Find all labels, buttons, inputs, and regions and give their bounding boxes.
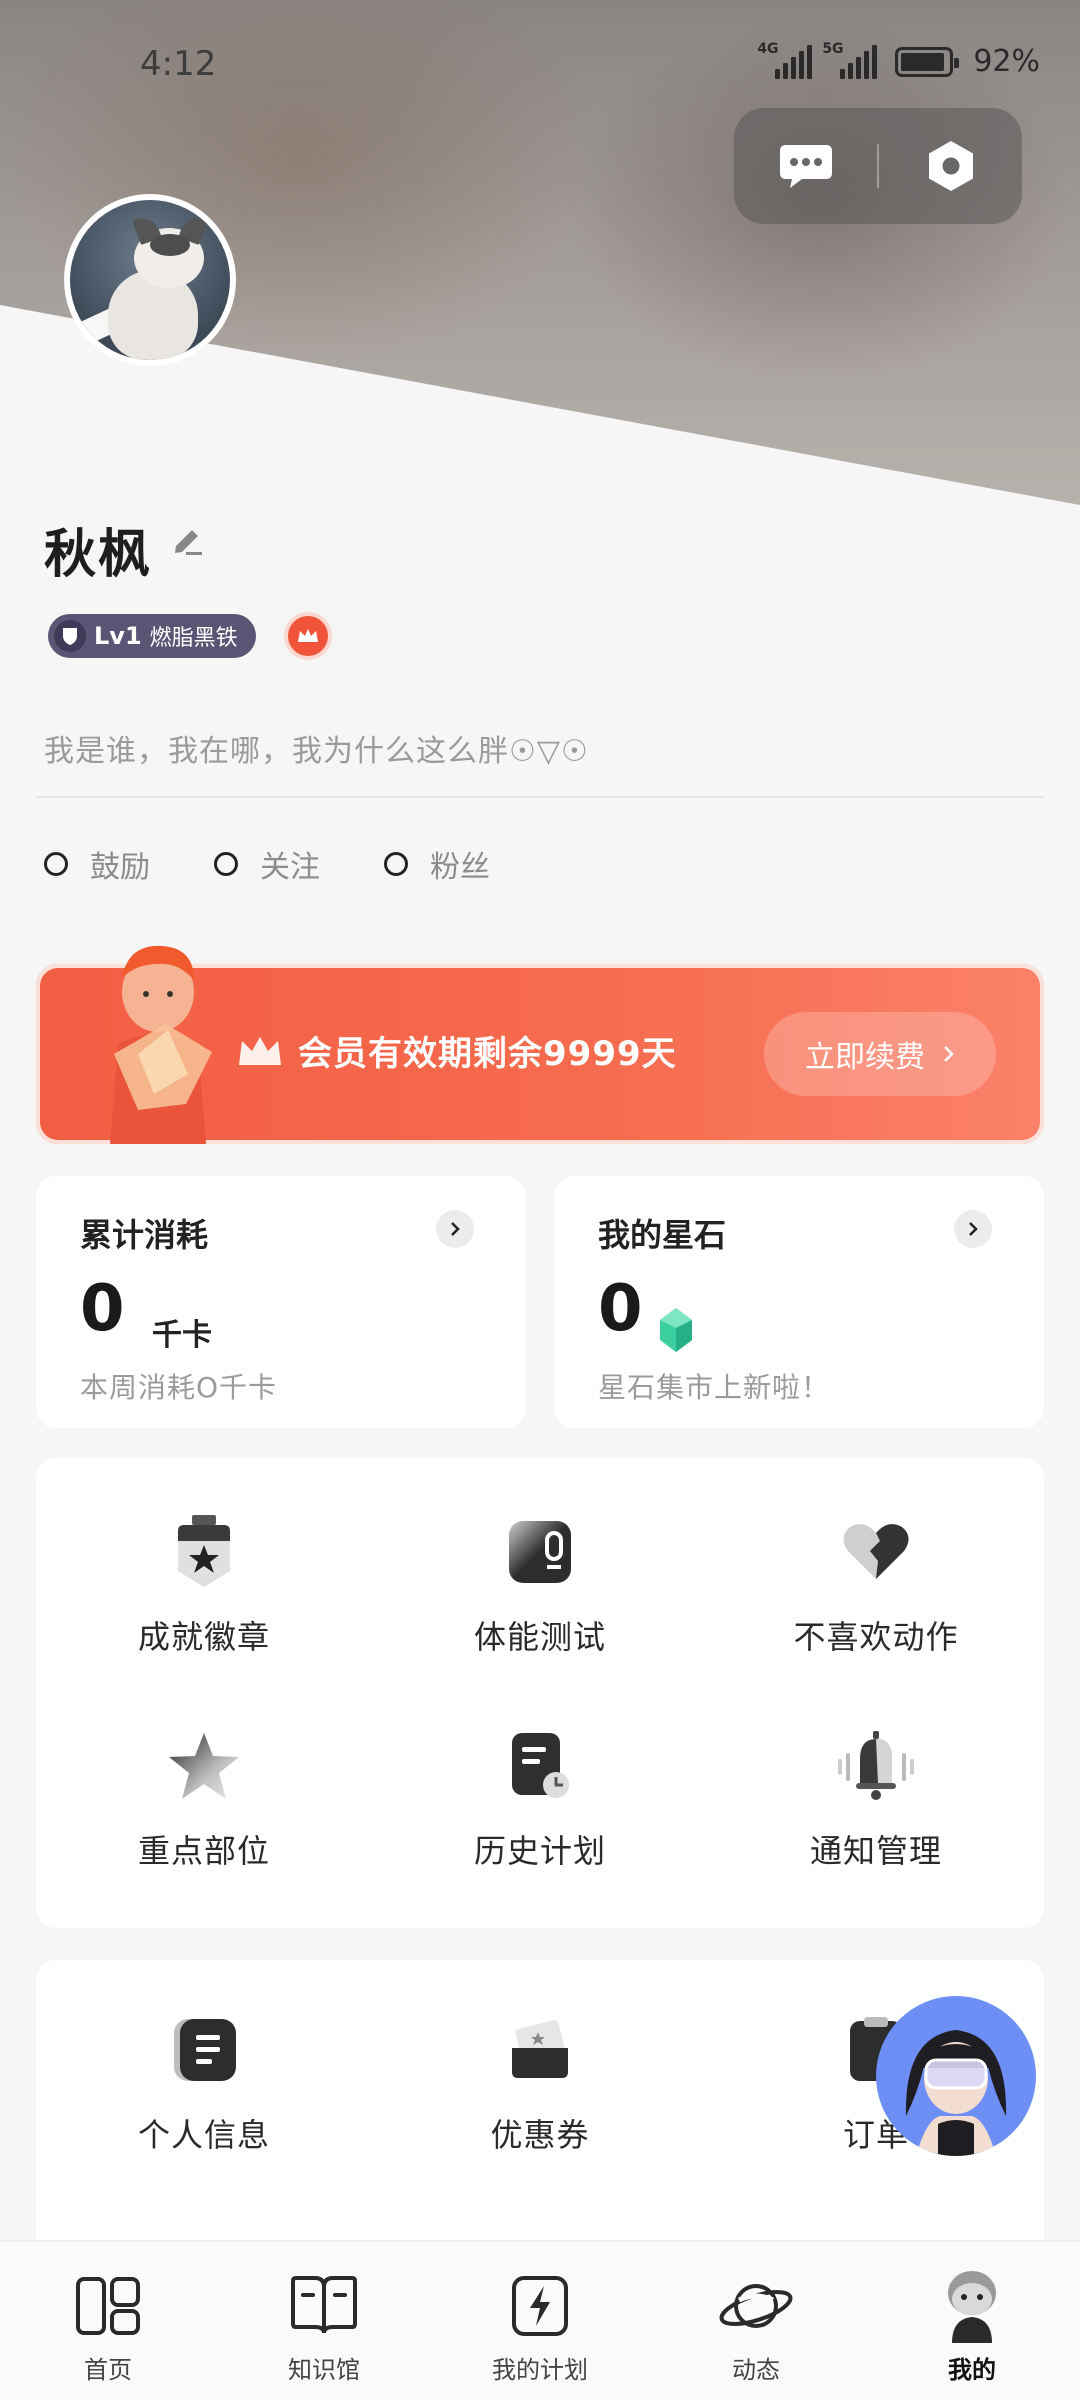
signal-icon: 4G (757, 41, 813, 79)
nav-knowledge[interactable]: 知识馆 (216, 2242, 432, 2400)
card-title: 我的星石 (598, 1216, 727, 1254)
crown-icon (297, 629, 318, 642)
book-icon (284, 2266, 364, 2346)
menu-coupons[interactable]: 优惠券 (372, 2010, 708, 2156)
chevron-right-icon (944, 1046, 954, 1062)
name-row: 秋枫 (44, 512, 208, 587)
menu-disliked-moves[interactable]: 不喜欢动作 (708, 1512, 1044, 1658)
nav-my-plan[interactable]: 我的计划 (432, 2242, 648, 2400)
settings-button[interactable] (879, 108, 1022, 224)
profile-icon (932, 2266, 1012, 2346)
fitness-test-icon (500, 1512, 580, 1592)
user-name: 秋枫 (44, 525, 153, 585)
consumption-detail-button[interactable] (436, 1210, 474, 1248)
bell-icon (836, 1726, 916, 1806)
star-stone-detail-button[interactable] (954, 1210, 992, 1248)
gem-icon (660, 1308, 692, 1352)
menu-label: 通知管理 (809, 1832, 942, 1870)
nav-feed[interactable]: 动态 (648, 2242, 864, 2400)
star-icon (164, 1726, 244, 1806)
menu-label: 历史计划 (473, 1832, 606, 1870)
consumption-subtext: 本周消耗O千卡 (80, 1371, 278, 1404)
nav-label: 首页 (84, 2356, 132, 2384)
battery-percent: 92% (973, 44, 1040, 79)
status-indicators: 4G 5G 92% (757, 41, 1040, 80)
count-circle-icon (214, 852, 238, 876)
signal-icon: 5G (822, 41, 878, 79)
avatar[interactable] (64, 194, 236, 366)
level-value: Lv1 (94, 622, 142, 650)
vip-mascot-illustration (110, 945, 212, 1144)
stat-label: 关注 (260, 850, 320, 885)
stat-encourage[interactable]: 鼓励 (44, 842, 150, 886)
vip-banner[interactable]: 会员有效期剩余9999天 立即续费 (36, 945, 1044, 1144)
renew-label: 立即续费 (805, 1040, 925, 1075)
personal-info-icon (164, 2010, 244, 2090)
menu-label: 不喜欢动作 (793, 1618, 959, 1656)
menu-label: 重点部位 (137, 1832, 270, 1870)
feature-grid: 成就徽章 体能测试 不喜欢动作 重点部位 历史计划 通知管理 (36, 1458, 1044, 1928)
badge-icon (164, 1512, 244, 1592)
vip-expiry-text: 会员有效期剩余9999天 (298, 1034, 677, 1074)
settings-hexagon-icon (928, 141, 973, 191)
stat-following[interactable]: 关注 (214, 842, 320, 886)
level-title: 燃脂黑铁 (149, 626, 238, 651)
consumption-card[interactable]: 累计消耗 0 千卡 本周消耗O千卡 (36, 1176, 526, 1428)
nav-profile[interactable]: 我的 (864, 2242, 1080, 2400)
menu-label: 体能测试 (473, 1618, 606, 1656)
menu-personal-info[interactable]: 个人信息 (36, 2010, 372, 2156)
vip-crown-badge[interactable] (287, 616, 328, 656)
chevron-right-icon (969, 1222, 978, 1236)
menu-label: 个人信息 (137, 2116, 270, 2154)
divider (36, 796, 1044, 798)
message-button[interactable] (734, 108, 877, 224)
status-time: 4:12 (140, 44, 217, 84)
level-badge[interactable]: Lv1 燃脂黑铁 (48, 614, 256, 658)
menu-label: 成就徽章 (137, 1618, 270, 1656)
count-circle-icon (44, 852, 68, 876)
nav-label: 动态 (732, 2356, 780, 2384)
social-stats: 鼓励 关注 粉丝 (44, 842, 490, 886)
menu-label: 优惠券 (490, 2116, 590, 2154)
chat-bubble-icon (779, 145, 832, 188)
menu-notification-settings[interactable]: 通知管理 (708, 1726, 1044, 1872)
history-plan-icon (500, 1726, 580, 1806)
menu-fitness-test[interactable]: 体能测试 (372, 1512, 708, 1658)
chevron-right-icon (451, 1222, 460, 1236)
coupon-icon (500, 2010, 580, 2090)
star-stone-value: 0 (598, 1272, 643, 1346)
home-icon (68, 2266, 148, 2346)
nav-label: 我的计划 (492, 2356, 588, 2384)
star-stone-subtext: 星石集市上新啦！ (598, 1371, 831, 1404)
consumption-unit: 千卡 (152, 1318, 212, 1353)
nav-label: 知识馆 (288, 2356, 360, 2384)
count-circle-icon (384, 852, 408, 876)
consumption-value: 0 (80, 1272, 125, 1346)
assistant-avatar-icon (905, 2030, 1007, 2156)
menu-focus-areas[interactable]: 重点部位 (36, 1726, 372, 1872)
bottom-navigation: 首页 知识馆 我的计划 动态 我的 (0, 2240, 1080, 2400)
nav-home[interactable]: 首页 (0, 2242, 216, 2400)
user-bio: 我是谁，我在哪，我为什么这么胖☉▽☉ (44, 734, 589, 769)
vip-text-row: 会员有效期剩余9999天 (236, 1026, 677, 1075)
plan-icon (500, 2266, 580, 2346)
menu-achievement-badge[interactable]: 成就徽章 (36, 1512, 372, 1658)
renew-button[interactable]: 立即续费 (764, 1012, 996, 1096)
ai-assistant-button[interactable] (876, 1996, 1036, 2156)
planet-icon (716, 2266, 796, 2346)
menu-history-plans[interactable]: 历史计划 (372, 1726, 708, 1872)
edit-pencil-icon[interactable] (168, 520, 208, 560)
crown-icon (239, 1036, 281, 1065)
stat-followers[interactable]: 粉丝 (384, 842, 490, 886)
header-actions (734, 108, 1022, 224)
badges-row: Lv1 燃脂黑铁 (48, 614, 328, 658)
broken-heart-icon (836, 1512, 916, 1592)
card-title: 累计消耗 (80, 1216, 209, 1254)
star-stone-card[interactable]: 我的星石 0 星石集市上新啦！ (554, 1176, 1044, 1428)
stat-label: 粉丝 (430, 850, 490, 885)
shield-icon (54, 620, 86, 652)
stat-label: 鼓励 (90, 850, 150, 885)
battery-icon (895, 46, 960, 77)
nav-label: 我的 (948, 2356, 996, 2384)
